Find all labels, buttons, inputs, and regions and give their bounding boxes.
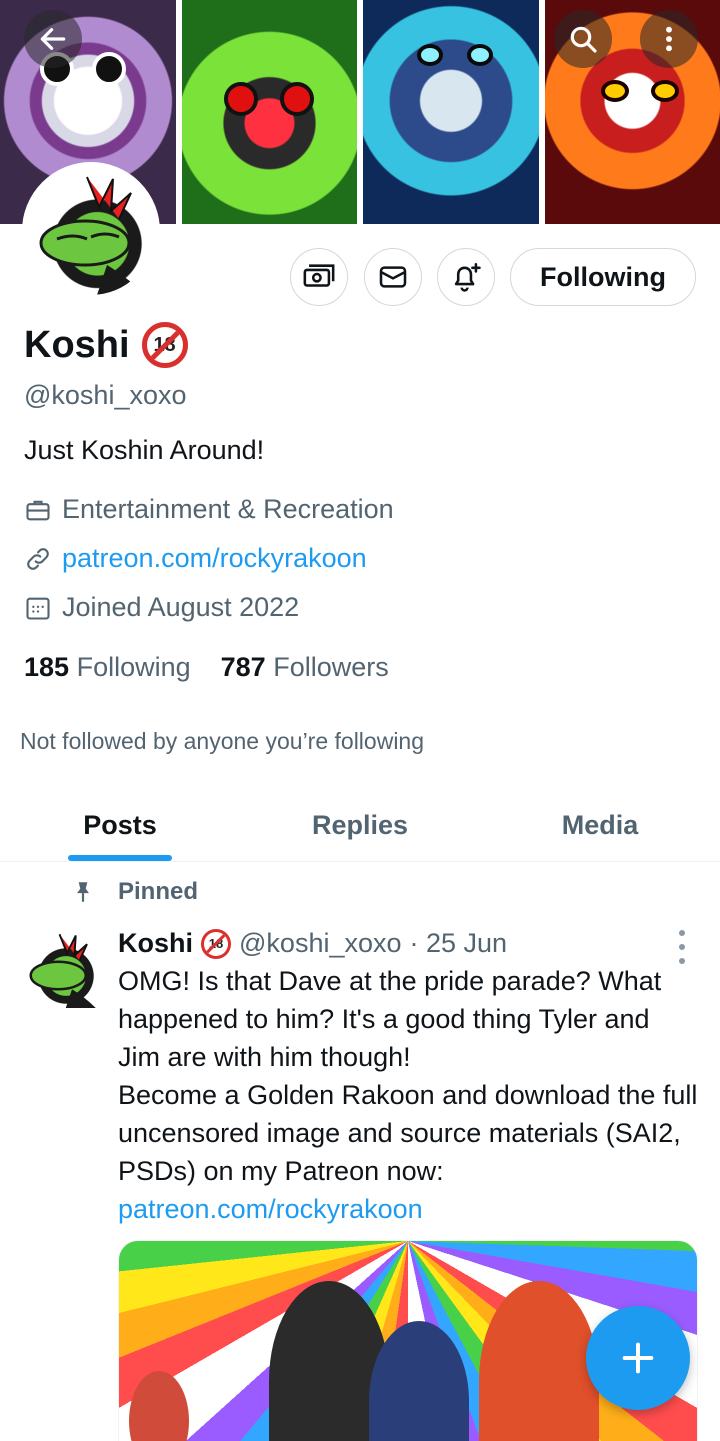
banner-eye — [650, 80, 679, 102]
post-more-icon[interactable] — [672, 930, 692, 964]
pinned-label: Pinned — [118, 878, 199, 905]
followed-by-text: Not followed by anyone you’re following — [20, 728, 425, 754]
banner-eye — [92, 52, 126, 86]
profile-avatar[interactable] — [22, 162, 160, 300]
nsfw-badge-icon: 18 — [201, 928, 232, 959]
banner-panel-3 — [363, 0, 545, 224]
following-stat[interactable]: 185 Following — [24, 652, 191, 683]
image-figure — [129, 1371, 189, 1441]
banner-eye — [223, 82, 258, 116]
followers-count: 787 — [220, 652, 266, 682]
following-label: Following — [76, 652, 191, 682]
followers-stat[interactable]: 787 Followers — [221, 652, 389, 683]
calendar-icon — [26, 597, 50, 620]
banner-eye — [467, 44, 493, 66]
bell-plus-icon — [454, 262, 481, 292]
message-button[interactable] — [364, 248, 422, 306]
tip-button[interactable] — [290, 248, 348, 306]
profile-tabs: Posts Replies Media — [0, 790, 720, 862]
post-author-name[interactable]: Koshi — [118, 928, 193, 959]
tab-posts[interactable]: Posts — [0, 790, 240, 861]
avatar-image — [27, 167, 155, 295]
profile-bio: Just Koshin Around! — [24, 435, 265, 465]
banner-eye — [600, 80, 629, 102]
more-vertical-icon — [666, 26, 672, 52]
profile-website[interactable]: patreon.com/rockyrakoon — [24, 543, 367, 574]
post-link[interactable]: patreon.com/rockyrakoon — [118, 1194, 423, 1224]
compose-button[interactable] — [586, 1306, 690, 1410]
joined-label: Joined August 2022 — [62, 592, 300, 622]
more-options-button[interactable] — [640, 10, 698, 68]
nsfw-badge-label: 18 — [208, 936, 224, 951]
arrow-left-icon — [40, 28, 66, 50]
banner-panel-2 — [181, 0, 363, 224]
notifications-button[interactable] — [437, 248, 495, 306]
website-link[interactable]: patreon.com/rockyrakoon — [62, 543, 367, 574]
briefcase-icon — [26, 500, 50, 520]
search-button[interactable] — [554, 10, 612, 68]
post-text-line: OMG! Is that Dave at the pride parade? W… — [118, 966, 662, 1072]
nsfw-badge-icon: 18 — [141, 322, 188, 368]
avatar-character-art — [39, 176, 145, 295]
image-figure — [479, 1281, 599, 1441]
followers-label: Followers — [273, 652, 389, 682]
profile-name-row: Koshi 18 — [24, 322, 188, 368]
pinned-indicator: Pinned — [70, 878, 198, 906]
money-icon — [303, 264, 335, 287]
plus-icon — [622, 1342, 654, 1374]
avatar-character-art — [29, 933, 96, 1008]
banner-eye — [417, 44, 443, 66]
post-author-avatar[interactable] — [22, 928, 102, 1008]
profile-handle: @koshi_xoxo — [24, 380, 187, 410]
nsfw-badge-label: 18 — [153, 333, 176, 356]
post-header: Koshi 18 @koshi_xoxo · 25 Jun — [118, 928, 507, 959]
follow-stats: 185 Following 787 Followers — [24, 652, 389, 683]
search-icon — [570, 26, 597, 53]
following-count: 185 — [24, 652, 70, 682]
following-button[interactable]: Following — [510, 248, 696, 306]
post-text: OMG! Is that Dave at the pride parade? W… — [118, 962, 698, 1228]
profile-category: Entertainment & Recreation — [24, 494, 394, 525]
tab-replies[interactable]: Replies — [240, 790, 480, 861]
tab-media[interactable]: Media — [480, 790, 720, 861]
profile-name: Koshi — [24, 323, 130, 366]
banner-eye — [279, 82, 314, 116]
post-author-handle[interactable]: @koshi_xoxo — [239, 928, 402, 959]
mail-icon — [379, 266, 407, 288]
image-figure — [369, 1321, 469, 1441]
link-icon — [27, 547, 49, 570]
profile-joined: Joined August 2022 — [24, 592, 299, 623]
post-text-line: Become a Golden Rakoon and download the … — [118, 1080, 698, 1186]
back-button[interactable] — [24, 10, 82, 68]
category-label: Entertainment & Recreation — [62, 494, 394, 524]
pin-icon — [77, 882, 89, 902]
post-date[interactable]: · 25 Jun — [410, 928, 508, 959]
